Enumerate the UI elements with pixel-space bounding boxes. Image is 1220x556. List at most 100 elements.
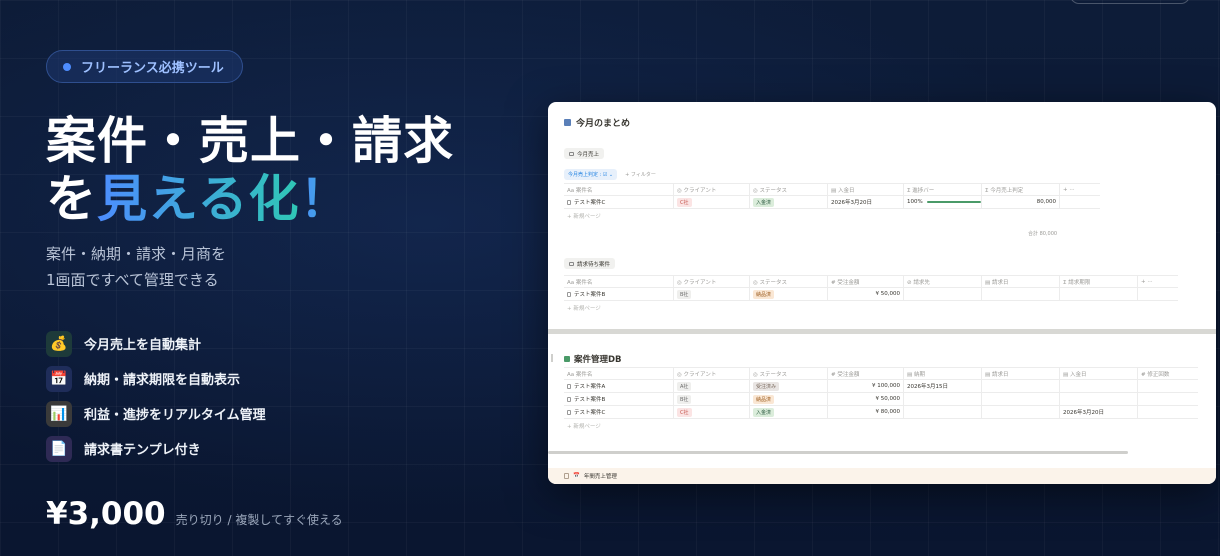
new-page-button[interactable]: + 新規ページ — [564, 419, 1198, 432]
table-row[interactable]: テスト案件C C社 入金済 2026年3月20日 100% 80,000 — [564, 196, 1100, 209]
cell-amount: ¥ 100,000 — [828, 380, 904, 392]
subtitle-line1: 案件・納期・請求・月商を — [46, 245, 227, 263]
col-header[interactable]: ◎ ステータス — [750, 368, 828, 379]
col-header[interactable]: ▤ 入金日 — [828, 184, 904, 195]
table-header: Aa 案件名 ◎ クライアント ◎ ステータス ▤ 入金日 Σ 進捗バー Σ 今… — [564, 183, 1100, 196]
table-header: Aa 案件名 ◎ クライアント ◎ ステータス # 受注金額 ▤ 納期 ▤ 請求… — [564, 367, 1198, 380]
client-tag: B社 — [677, 289, 692, 299]
calendar-icon: 📅 — [573, 473, 580, 479]
col-header[interactable]: Σ 請求期限 — [1060, 276, 1138, 287]
price-block: ¥3,000 売り切り / 複製してすぐ使える — [46, 496, 343, 532]
table-project-db: Aa 案件名 ◎ クライアント ◎ ステータス # 受注金額 ▤ 納期 ▤ 請求… — [564, 367, 1198, 432]
feature-list: 💰 今月売上を自動集計 📅 納期・請求期限を自動表示 📊 利益・進捗をリアルタイ… — [46, 326, 266, 466]
row-name: テスト案件C — [574, 410, 606, 416]
row-name: テスト案件A — [574, 384, 606, 390]
price-note: 売り切り / 複製してすぐ使える — [175, 513, 343, 527]
page-title: 今月のまとめ — [564, 116, 630, 129]
filter-chip[interactable]: 今月売上判定 : ☑ ⌄ — [564, 169, 618, 180]
feature-item: 💰 今月売上を自動集計 — [46, 326, 266, 361]
calendar-icon: 📅 — [46, 365, 72, 392]
col-header[interactable]: Aa 案件名 — [564, 368, 674, 379]
headline-suffix: ！ — [299, 170, 351, 228]
cell-status: 納品済 — [750, 288, 828, 300]
money-bag-icon: 💰 — [46, 330, 72, 357]
col-header[interactable]: Aa 案件名 — [564, 276, 674, 287]
cell-amount: ¥ 80,000 — [828, 406, 904, 418]
feature-label: 利益・進捗をリアルタイム管理 — [84, 408, 266, 423]
page-title-text: 今月のまとめ — [576, 119, 631, 129]
col-header[interactable]: Σ 進捗バー — [904, 184, 982, 195]
col-header[interactable]: ▤ 納期 — [904, 368, 982, 379]
top-pill-outline[interactable] — [1070, 0, 1190, 4]
table-row[interactable]: テスト案件A A社 受注済み ¥ 100,000 2026年3月15日 — [564, 380, 1198, 393]
subtitle-line2: 1画面ですべて管理できる — [46, 271, 219, 289]
cell-empty — [982, 380, 1060, 392]
badge-label: フリーランス必携ツール — [81, 61, 224, 76]
cell-empty — [1060, 288, 1138, 300]
receipt-icon: 📄 — [46, 435, 72, 462]
table-monthly-sales: Aa 案件名 ◎ クライアント ◎ ステータス ▤ 入金日 Σ 進捗バー Σ 今… — [564, 183, 1100, 222]
table-view-icon — [569, 261, 574, 266]
drag-handle-icon[interactable] — [551, 354, 553, 362]
feature-item: 📄 請求書テンプレ付き — [46, 431, 266, 466]
cell-empty — [982, 288, 1060, 300]
feature-label: 納期・請求期限を自動表示 — [84, 373, 241, 388]
client-tag: C社 — [677, 407, 692, 417]
cell-paid: 2026年3月20日 — [1060, 406, 1138, 418]
table-view-icon — [569, 151, 574, 156]
col-header[interactable]: Aa 案件名 — [564, 184, 674, 195]
col-header[interactable]: ◎ クライアント — [674, 368, 750, 379]
view-tab-awaiting-invoice[interactable]: 請求待ち案件 — [564, 258, 616, 269]
cell-client: C社 — [674, 196, 750, 208]
col-header[interactable]: ◎ クライアント — [674, 276, 750, 287]
headline-accent: 見える化 — [97, 170, 300, 228]
notion-screenshot: 今月のまとめ 今月売上 今月売上判定 : ☑ ⌄ + フィルター Aa 案件名 … — [548, 102, 1216, 484]
col-header[interactable]: ▤ 請求日 — [982, 368, 1060, 379]
cell-deadline — [904, 393, 982, 405]
col-header[interactable]: Σ 今月売上判定 — [982, 184, 1060, 195]
new-page-button[interactable]: + 新規ページ — [564, 209, 1100, 222]
col-header[interactable]: # 受注金額 — [828, 276, 904, 287]
horizontal-scrollbar[interactable] — [548, 451, 1128, 454]
cell-deadline: 2026年3月15日 — [904, 380, 982, 392]
add-filter-button[interactable]: + フィルター — [625, 171, 656, 178]
hero-headline: 案件・売上・請求 を見える化！ — [46, 112, 454, 228]
cell-amount: ¥ 50,000 — [828, 288, 904, 300]
cell-progress: 100% — [904, 196, 982, 208]
col-header[interactable]: ▤ 入金日 — [1060, 368, 1138, 379]
view-tab-monthly-sales[interactable]: 今月売上 — [564, 148, 605, 159]
feature-item: 📊 利益・進捗をリアルタイム管理 — [46, 396, 266, 431]
sum-label: 合計 80,000 — [1028, 231, 1058, 237]
table-row[interactable]: テスト案件B B社 納品済 ¥ 50,000 — [564, 393, 1198, 406]
cell-paid — [1060, 393, 1138, 405]
feature-label: 請求書テンプレ付き — [84, 443, 201, 458]
cell-deadline — [904, 406, 982, 418]
status-tag: 納品済 — [753, 394, 775, 404]
status-tag: 受注済み — [753, 381, 780, 391]
cell-status: 入金済 — [750, 196, 828, 208]
checkbox-icon — [564, 356, 570, 362]
add-column-button[interactable]: + ··· — [1060, 184, 1100, 195]
col-header[interactable]: # 受注金額 — [828, 368, 904, 379]
col-header[interactable]: ◎ クライアント — [674, 184, 750, 195]
cell-name: テスト案件B — [564, 288, 674, 300]
col-header[interactable]: # 修正回数 — [1138, 368, 1198, 379]
col-header[interactable]: ⊘ 請求先 — [904, 276, 982, 287]
section-annual-sales[interactable]: 📅 年間売上管理 — [548, 468, 1216, 484]
cell-empty — [982, 406, 1060, 418]
table-row[interactable]: テスト案件C C社 入金済 ¥ 80,000 2026年3月20日 — [564, 406, 1198, 419]
new-page-button[interactable]: + 新規ページ — [564, 301, 1178, 314]
cell-status: 納品済 — [750, 393, 828, 405]
status-tag: 入金済 — [753, 197, 775, 207]
col-header[interactable]: ▤ 請求日 — [982, 276, 1060, 287]
col-header[interactable]: ◎ ステータス — [750, 276, 828, 287]
add-column-button[interactable]: + ··· — [1138, 276, 1178, 287]
col-header[interactable]: ◎ ステータス — [750, 184, 828, 195]
cell-client: C社 — [674, 406, 750, 418]
view-label: 請求待ち案件 — [577, 261, 611, 268]
price-value: ¥3,000 — [46, 496, 166, 532]
page-icon — [567, 409, 571, 415]
table-row[interactable]: テスト案件B B社 納品済 ¥ 50,000 — [564, 288, 1178, 301]
page-icon — [564, 473, 569, 479]
progress-text: 100% — [907, 199, 923, 205]
